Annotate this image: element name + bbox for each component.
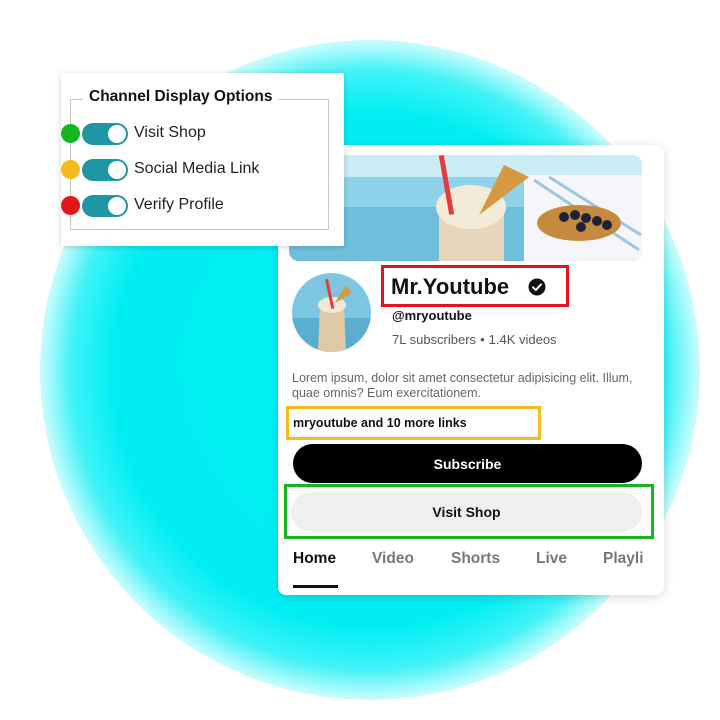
subscriber-count: 7L subscribers — [392, 332, 477, 347]
social-media-link-toggle[interactable] — [82, 159, 128, 181]
toggle-knob — [108, 161, 126, 179]
verify-profile-toggle[interactable] — [82, 195, 128, 217]
tab-shorts[interactable]: Shorts — [451, 550, 500, 568]
green-marker-dot — [61, 124, 80, 143]
subscribe-button[interactable]: Subscribe — [293, 444, 642, 483]
stage: Mr.Youtube @mryoutube 7L subscribers • 1.4… — [0, 0, 720, 720]
tab-live[interactable]: Live — [536, 550, 567, 568]
channel-description[interactable]: Lorem ipsum, dolor sit amet consectetur … — [292, 371, 650, 401]
channel-tabs: Home Video Shorts Live Playli — [293, 550, 664, 595]
verify-profile-label: Verify Profile — [134, 196, 224, 213]
option-visit-shop: Visit Shop — [61, 121, 344, 147]
active-tab-indicator — [293, 585, 338, 588]
yellow-marker-dot — [61, 160, 80, 179]
tab-video[interactable]: Video — [372, 550, 414, 568]
red-marker-dot — [61, 196, 80, 215]
channel-name: Mr.Youtube — [391, 274, 510, 299]
social-media-link-label: Social Media Link — [134, 160, 260, 177]
video-count: 1.4K videos — [488, 332, 557, 347]
display-options-panel: Channel Display Options Visit Shop Socia… — [61, 73, 344, 246]
tab-home[interactable]: Home — [293, 550, 336, 568]
channel-links[interactable]: mryoutube and 10 more links — [293, 416, 467, 430]
toggle-knob — [108, 197, 126, 215]
verified-check-icon — [528, 278, 546, 296]
tab-playlists[interactable]: Playli — [603, 550, 644, 568]
channel-stats: 7L subscribers • 1.4K videos — [392, 332, 557, 347]
option-verify-profile: Verify Profile — [61, 193, 344, 219]
channel-handle: @mryoutube — [392, 308, 472, 323]
stats-separator: • — [480, 332, 485, 347]
visit-shop-label: Visit Shop — [134, 124, 206, 141]
visit-shop-toggle[interactable] — [82, 123, 128, 145]
toggle-knob — [108, 125, 126, 143]
visit-shop-button[interactable]: Visit Shop — [291, 492, 642, 532]
option-social-media-link: Social Media Link — [61, 157, 344, 183]
options-panel-title: Channel Display Options — [83, 88, 279, 106]
channel-avatar[interactable] — [292, 273, 371, 352]
